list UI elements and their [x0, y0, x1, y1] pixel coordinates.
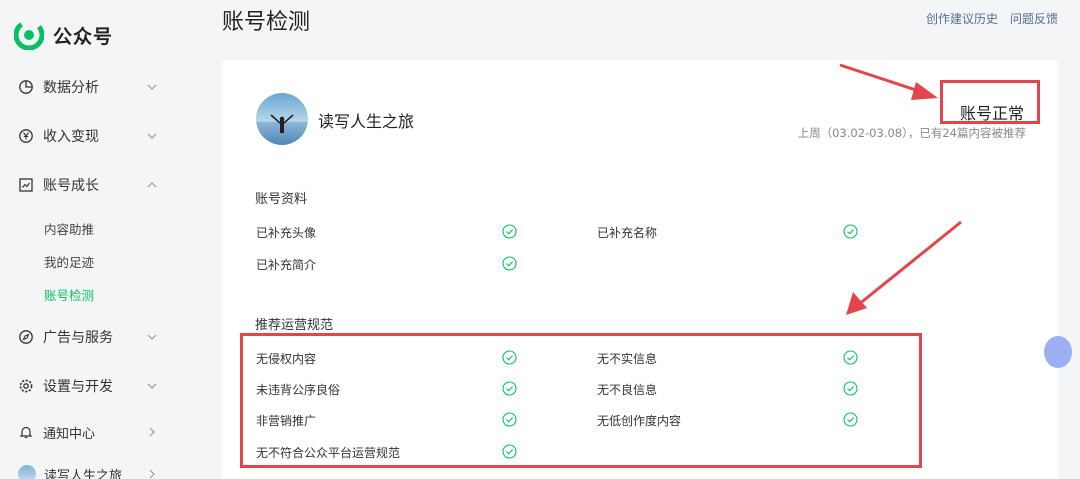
gear-icon — [18, 378, 34, 394]
wechat-mp-logo-icon — [14, 20, 44, 50]
status-detail: 上周（03.02-03.08），已有24篇内容被推荐 — [797, 126, 1026, 140]
rule-item: 无不实信息 — [597, 352, 658, 366]
sidebar-item-label: 设置与开发 — [43, 379, 113, 395]
sidebar-subitem-account-check[interactable]: 账号检测 — [44, 285, 94, 304]
chevron-down-icon — [147, 133, 157, 139]
chevron-down-icon — [147, 383, 157, 389]
chevron-up-icon — [147, 182, 157, 188]
rule-item: 无不符合公众平台运营规范 — [256, 446, 401, 460]
account-status: 账号正常 — [960, 104, 1025, 123]
app-logo[interactable]: 公众号 — [14, 20, 113, 50]
sidebar-item-settings-dev[interactable]: 设置与开发 — [18, 374, 160, 398]
rule-item: 无低创作度内容 — [597, 414, 682, 428]
avatar — [256, 93, 308, 145]
compass-icon — [18, 329, 34, 345]
check-circle-icon — [843, 381, 858, 396]
check-circle-icon — [502, 412, 517, 427]
profile-item-bio: 已补充简介 — [256, 258, 317, 272]
check-circle-icon — [843, 350, 858, 365]
feedback-link[interactable]: 问题反馈 — [1010, 10, 1058, 27]
sidebar-subitem-my-footprint[interactable]: 我的足迹 — [44, 252, 94, 271]
check-circle-icon — [502, 256, 517, 271]
sidebar-item-ads-services[interactable]: 广告与服务 — [18, 325, 160, 349]
bell-icon — [18, 424, 34, 440]
chevron-right-icon — [149, 427, 155, 437]
rule-item: 无不良信息 — [597, 383, 658, 397]
check-circle-icon — [502, 444, 517, 459]
rule-item: 非营销推广 — [256, 414, 317, 428]
sidebar-item-label: 广告与服务 — [43, 330, 113, 346]
sidebar-item-account[interactable]: 读写人生之旅 — [18, 462, 160, 479]
sidebar-subitem-content-boost[interactable]: 内容助推 — [44, 219, 94, 238]
profile-section-title: 账号资料 — [255, 192, 308, 207]
rule-item: 未违背公序良俗 — [256, 383, 341, 397]
check-circle-icon — [843, 412, 858, 427]
check-circle-icon — [502, 381, 517, 396]
rule-item: 无侵权内容 — [256, 352, 317, 366]
chevron-right-icon — [149, 469, 155, 479]
sidebar-item-label: 读写人生之旅 — [44, 468, 123, 479]
app-name: 公众号 — [53, 25, 114, 48]
trend-chart-icon — [18, 177, 34, 193]
avatar — [18, 465, 36, 479]
profile-item-avatar: 已补充头像 — [256, 226, 317, 240]
sidebar-item-label: 账号成长 — [43, 178, 99, 194]
check-circle-icon — [502, 224, 517, 239]
header-links: 创作建议历史 问题反馈 — [926, 10, 1058, 27]
pie-chart-icon — [18, 79, 34, 95]
floating-action-button[interactable] — [1044, 336, 1072, 368]
rules-section-title: 推荐运营规范 — [255, 318, 334, 333]
sidebar-item-notifications[interactable]: 通知中心 — [18, 420, 160, 444]
sidebar-item-account-growth[interactable]: 账号成长 — [18, 173, 160, 197]
sidebar-item-label: 收入变现 — [43, 129, 99, 145]
creation-advice-history-link[interactable]: 创作建议历史 — [926, 10, 998, 27]
sidebar-item-data-analysis[interactable]: 数据分析 — [18, 75, 160, 99]
sidebar-item-monetization[interactable]: 收入变现 — [18, 124, 160, 148]
profile-item-name: 已补充名称 — [597, 226, 658, 240]
yen-circle-icon — [18, 128, 34, 144]
sidebar: 公众号 数据分析 收入变现 账号成长 内容助推 我的足迹 账号检测 广告与服务 … — [0, 0, 180, 479]
account-check-card: 读写人生之旅 账号正常 上周（03.02-03.08），已有24篇内容被推荐 账… — [222, 60, 1072, 479]
chevron-down-icon — [147, 84, 157, 90]
page-title: 账号检测 — [222, 10, 311, 35]
sidebar-item-label: 数据分析 — [43, 80, 99, 96]
sidebar-item-label: 通知中心 — [43, 426, 96, 442]
chevron-down-icon — [147, 334, 157, 340]
account-name: 读写人生之旅 — [318, 112, 415, 131]
check-circle-icon — [502, 350, 517, 365]
check-circle-icon — [843, 224, 858, 239]
